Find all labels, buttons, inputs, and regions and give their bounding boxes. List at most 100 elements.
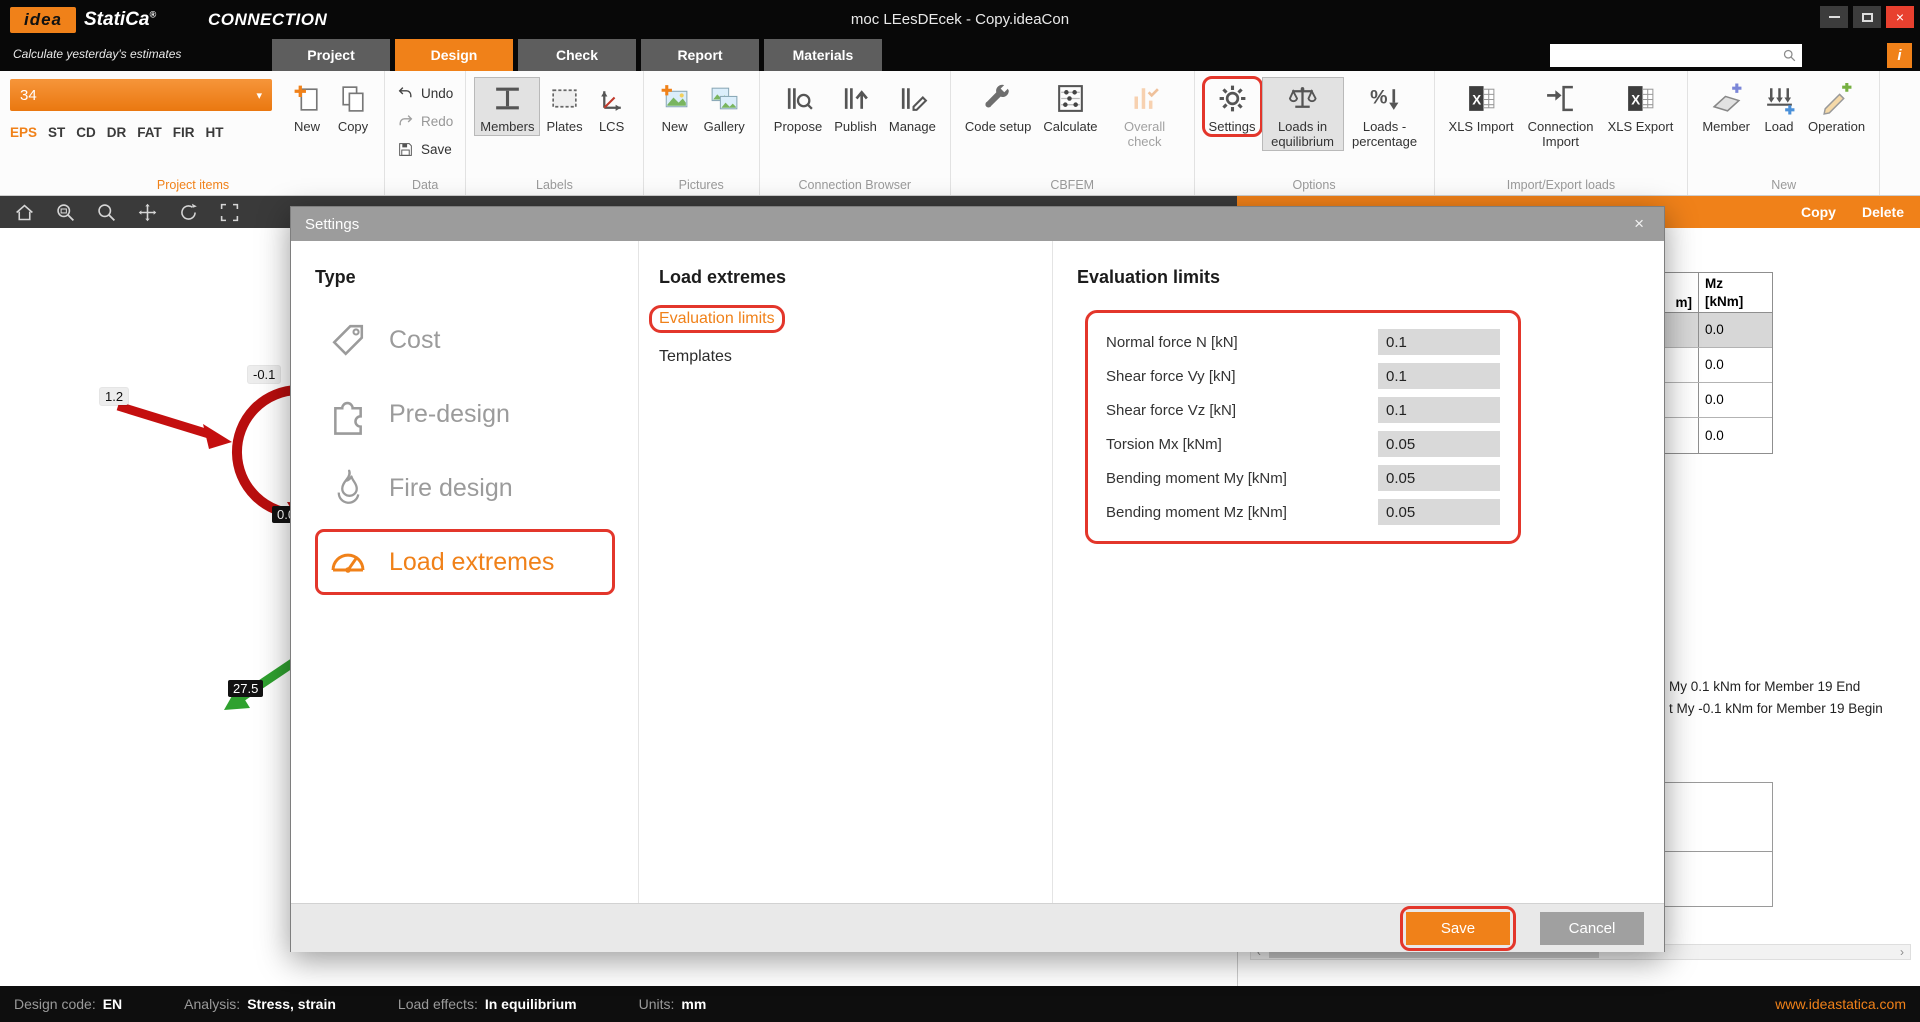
ribbon-group-labels: MembersPlatesLCSLabels [466, 71, 643, 195]
load-value-label: 1.2 [100, 388, 128, 405]
note-line: My 0.1 kNm for Member 19 End [1669, 676, 1883, 698]
propose-icon [782, 82, 815, 115]
limit-input[interactable] [1378, 465, 1500, 491]
type-item-load-extremes[interactable]: Load extremes [315, 532, 615, 592]
maximize-button[interactable] [1853, 6, 1881, 28]
tab-project[interactable]: Project [272, 39, 390, 71]
overall-check-icon [1128, 82, 1161, 115]
subsection-item-evaluation-limits[interactable]: Evaluation limits [659, 310, 775, 328]
limit-input[interactable] [1378, 397, 1500, 423]
limit-row: Torsion Mx [kNm] [1106, 427, 1500, 461]
search-input[interactable] [1550, 48, 1782, 63]
ribbon-button-redo: Redo [393, 109, 457, 134]
copy-button[interactable]: Copy [1801, 204, 1836, 220]
ribbon-button-new[interactable]: New [284, 77, 330, 136]
ribbon-button-undo[interactable]: Undo [393, 81, 457, 106]
tab-check[interactable]: Check [518, 39, 636, 71]
tab-materials[interactable]: Materials [764, 39, 882, 71]
load-notes: My 0.1 kNm for Member 19 Endt My -0.1 kN… [1669, 676, 1883, 720]
ribbon-button-plates[interactable]: Plates [540, 77, 588, 136]
ribbon-button-connection-import[interactable]: Connection Import [1520, 77, 1602, 151]
save-icon [397, 141, 414, 158]
pan-icon[interactable] [137, 202, 158, 223]
ribbon-button-xls-import[interactable]: XXLS Import [1443, 77, 1520, 136]
limit-row: Shear force Vy [kN] [1106, 359, 1500, 393]
filter-fat[interactable]: FAT [137, 125, 162, 140]
ribbon-button-lcs[interactable]: LCS [589, 77, 635, 136]
new-item-icon [291, 82, 324, 115]
redo-icon [397, 113, 414, 130]
load-value-label: -0.1 [248, 366, 280, 383]
limit-input[interactable] [1378, 499, 1500, 525]
project-item-filters: EPS ST CD DR FAT FIR HT [10, 125, 272, 140]
ribbon-button-members[interactable]: Members [474, 77, 540, 136]
status-load-effects: Load effects:In equilibrium [398, 996, 577, 1012]
tab-report[interactable]: Report [641, 39, 759, 71]
project-item-selector[interactable]: 34 ▾ [10, 79, 272, 111]
ribbon-group-label: Data [385, 178, 465, 192]
minimize-button[interactable] [1820, 6, 1848, 28]
new-picture-icon [658, 82, 691, 115]
limit-input[interactable] [1378, 363, 1500, 389]
zoom-icon[interactable] [96, 202, 117, 223]
fit-icon[interactable] [219, 202, 240, 223]
subsection-item-templates[interactable]: Templates [659, 348, 732, 366]
project-items-block: 34 ▾ EPS ST CD DR FAT FIR HT [10, 77, 272, 140]
save-button[interactable]: Save [1406, 912, 1510, 945]
type-item-cost[interactable]: Cost [315, 310, 615, 370]
dialog-titlebar[interactable]: Settings × [291, 207, 1664, 241]
delete-button[interactable]: Delete [1862, 204, 1904, 220]
dialog-close-icon[interactable]: × [1628, 214, 1650, 234]
load-value-label: 27.5 [228, 680, 263, 697]
connection-import-icon [1544, 82, 1577, 115]
ribbon-button-code-setup[interactable]: Code setup [959, 77, 1038, 136]
rotate-icon[interactable] [178, 202, 199, 223]
filter-cd[interactable]: CD [76, 125, 96, 140]
ribbon-button-loads-in-equilibrium[interactable]: Loads in equilibrium [1262, 77, 1344, 151]
titlebar: idea StatiCa® CONNECTION moc LEesDEcek -… [0, 0, 1920, 71]
type-item-fire-design[interactable]: Fire design [315, 458, 615, 518]
limit-input[interactable] [1378, 431, 1500, 457]
zoom-window-icon[interactable] [55, 202, 76, 223]
ribbon-button-load[interactable]: Load [1756, 77, 1802, 136]
predesign-icon [325, 391, 371, 437]
ribbon-button-xls-export[interactable]: XXLS Export [1602, 77, 1680, 136]
ribbon-button-operation[interactable]: Operation [1802, 77, 1871, 136]
filter-st[interactable]: ST [48, 125, 65, 140]
ribbon-button-member[interactable]: Member [1696, 77, 1756, 136]
tab-design[interactable]: Design [395, 39, 513, 71]
limit-row: Normal force N [kN] [1106, 325, 1500, 359]
ribbon-button-publish[interactable]: Publish [828, 77, 883, 136]
ribbon-group-import-export-loads: XXLS ImportConnection ImportXXLS ExportI… [1435, 71, 1689, 195]
close-button[interactable]: × [1886, 6, 1914, 28]
ribbon-button-copy[interactable]: Copy [330, 77, 376, 136]
xls-import-icon: X [1465, 82, 1498, 115]
type-header: Type [315, 267, 614, 288]
filter-ht[interactable]: HT [206, 125, 224, 140]
home-icon[interactable] [14, 202, 35, 223]
ribbon-group-pictures: NewGalleryPictures [644, 71, 760, 195]
ribbon-button-propose[interactable]: Propose [768, 77, 828, 136]
cancel-button[interactable]: Cancel [1540, 912, 1644, 945]
ribbon-group-data: Undo Redo Save Data [385, 71, 466, 195]
ribbon-button-loads-percentage[interactable]: %Loads - percentage [1344, 77, 1426, 151]
dialog-body: Type Cost Pre-design Fire design Load extre… [291, 241, 1664, 903]
ribbon-button-calculate[interactable]: Calculate [1037, 77, 1103, 136]
ribbon-button-new[interactable]: New [652, 77, 698, 136]
ribbon-button-gallery[interactable]: Gallery [698, 77, 751, 136]
filter-dr[interactable]: DR [107, 125, 127, 140]
ribbon-button-manage[interactable]: Manage [883, 77, 942, 136]
publish-icon [839, 82, 872, 115]
type-item-pre-design[interactable]: Pre-design [315, 384, 615, 444]
info-button[interactable]: i [1887, 43, 1912, 68]
ribbon-button-save[interactable]: Save [393, 137, 456, 162]
scroll-right-icon[interactable]: › [1894, 945, 1910, 959]
filter-eps[interactable]: EPS [10, 125, 37, 140]
ribbon-button-settings[interactable]: Settings [1203, 77, 1262, 136]
search-box[interactable] [1550, 44, 1802, 67]
ribbon-group-new: MemberLoadOperationNew [1688, 71, 1880, 195]
website-link[interactable]: www.ideastatica.com [1775, 996, 1906, 1012]
status-units: Units:mm [639, 996, 707, 1012]
limit-input[interactable] [1378, 329, 1500, 355]
filter-fir[interactable]: FIR [173, 125, 195, 140]
